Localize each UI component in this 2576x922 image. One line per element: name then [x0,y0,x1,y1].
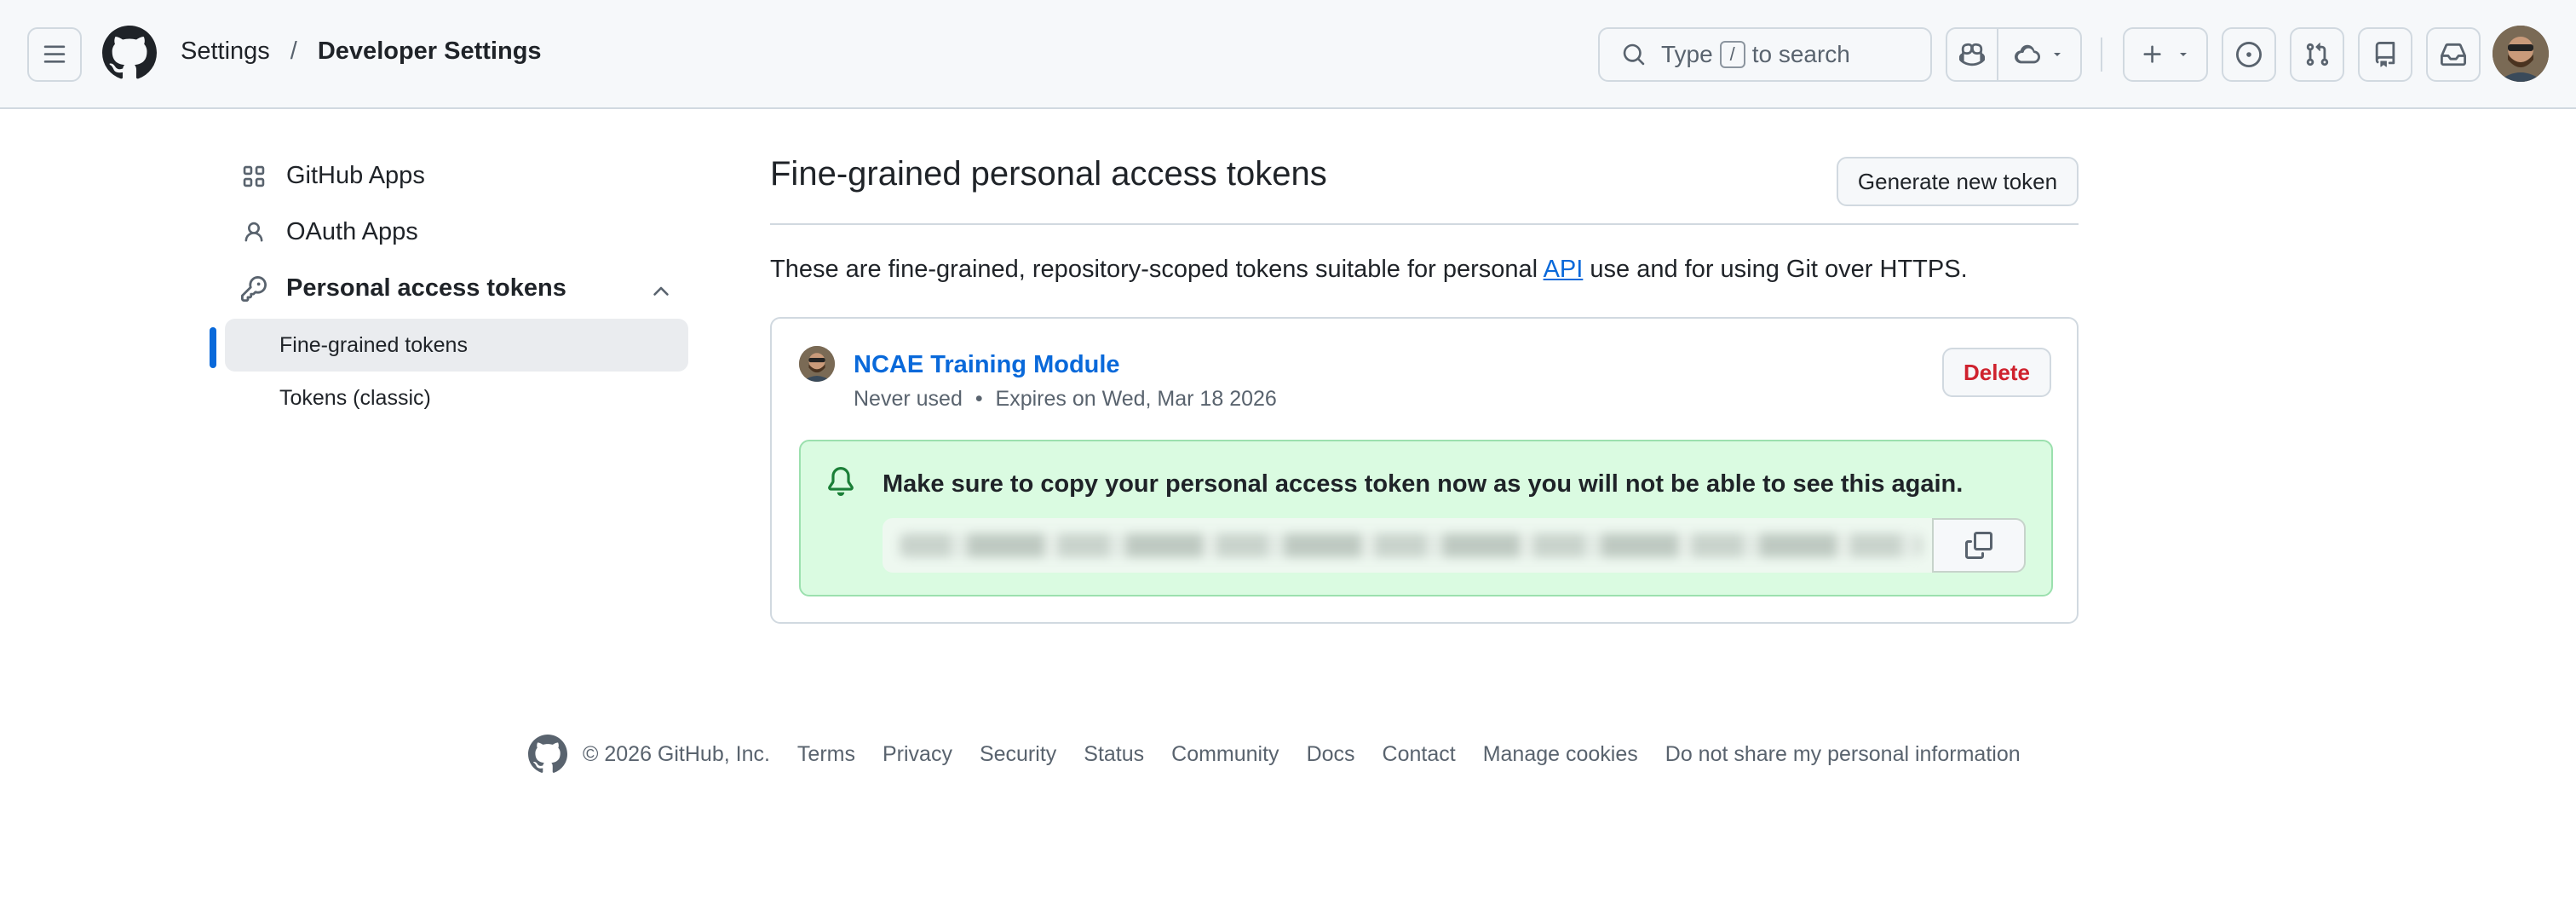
footer-link-docs[interactable]: Docs [1307,742,1355,767]
sidebar-item-github-apps[interactable]: GitHub Apps [240,162,425,190]
site-footer: © 2026 GitHub, Inc. Terms Privacy Securi… [528,733,2021,775]
bell-icon [828,467,854,496]
cloud-icon [2015,44,2040,64]
description-text-before: These are fine-grained, repository-scope… [770,256,1544,283]
footer-link-do-not-share[interactable]: Do not share my personal information [1665,742,2021,767]
description-text-after: use and for using Git over HTTPS. [1583,256,1968,283]
sidebar-item-fine-grained-tokens[interactable]: Fine-grained tokens [225,319,688,372]
breadcrumb-settings-link[interactable]: Settings [181,37,270,66]
chevron-down-icon [2180,53,2187,56]
search-suffix: to search [1751,41,1850,67]
breadcrumb: Settings / Developer Settings [181,37,542,66]
copy-token-button[interactable] [1932,518,2026,573]
delete-token-button[interactable]: Delete [1942,348,2051,397]
token-list-box: NCAE Training Module Never used • Expire… [770,317,2079,624]
page-description: These are fine-grained, repository-scope… [770,256,1968,284]
create-new-button[interactable] [2123,27,2208,82]
copilot-button[interactable] [1947,29,1998,80]
token-value-redacted [900,533,1922,557]
flash-message: Make sure to copy your personal access t… [883,470,1964,498]
token-expiry: Expires on Wed, Mar 18 2026 [995,387,1277,411]
cloud-dropdown-button[interactable] [1998,29,2080,80]
meta-bullet: • [975,387,983,411]
issues-icon [2236,42,2262,67]
token-name-link[interactable]: NCAE Training Module [854,351,1120,379]
token-value-field[interactable] [883,518,1942,573]
sidebar-item-personal-access-tokens[interactable]: Personal access tokens [240,274,675,303]
repo-icon [2375,42,2395,67]
sidebar-item-label: OAuth Apps [286,218,418,245]
footer-link-community[interactable]: Community [1171,742,1279,767]
copilot-group [1946,27,2082,82]
page-title: Fine-grained personal access tokens [770,155,1327,193]
github-logo-icon[interactable] [528,735,567,774]
sidebar-sub-label: Tokens (classic) [279,385,431,410]
sidebar-sub-label: Fine-grained tokens [279,332,468,357]
footer-link-manage-cookies[interactable]: Manage cookies [1483,742,1638,767]
issues-button[interactable] [2222,27,2276,82]
sidebar-item-label: Personal access tokens [286,274,566,302]
token-meta: Never used • Expires on Wed, Mar 18 2026 [854,387,1277,412]
api-link[interactable]: API [1544,256,1584,283]
pull-requests-icon [2306,43,2329,66]
user-avatar[interactable] [2493,26,2549,82]
person-icon [240,219,267,246]
plus-icon [2143,45,2161,63]
generate-new-token-button[interactable]: Generate new token [1837,157,2079,206]
copy-token-flash: Make sure to copy your personal access t… [799,440,2053,596]
hamburger-icon [43,45,66,63]
footer-link-contact[interactable]: Contact [1383,742,1456,767]
breadcrumb-current[interactable]: Developer Settings [318,37,542,66]
footer-link-security[interactable]: Security [980,742,1056,767]
sidebar-item-oauth-apps[interactable]: OAuth Apps [240,218,418,246]
key-icon [240,275,267,303]
chevron-up-icon[interactable] [649,279,673,303]
inbox-icon [2441,43,2466,66]
title-divider [770,223,2079,225]
footer-copyright: © 2026 GitHub, Inc. [583,741,770,766]
top-header: Settings / Developer Settings Type / to … [0,0,2576,109]
token-usage: Never used [854,387,963,411]
header-divider [2101,37,2102,72]
token-owner-avatar [799,346,835,382]
repositories-button[interactable] [2358,27,2412,82]
pull-requests-button[interactable] [2290,27,2344,82]
github-logo-icon[interactable] [102,26,157,80]
chevron-down-icon [2054,53,2061,56]
copy-icon [1965,532,1992,559]
search-input[interactable]: Type / to search [1598,27,1932,82]
footer-link-terms[interactable]: Terms [797,742,855,767]
copilot-icon [1959,43,1985,66]
search-icon [1623,43,1645,66]
active-nav-indicator [210,327,216,368]
avatar-image [2493,26,2549,82]
footer-link-status[interactable]: Status [1084,742,1144,767]
apps-grid-icon [240,163,267,190]
search-prefix: Type [1661,41,1713,67]
search-shortcut-key: / [1719,41,1745,68]
sidebar-item-label: GitHub Apps [286,162,425,189]
inbox-button[interactable] [2426,27,2481,82]
menu-button[interactable] [27,27,82,82]
sidebar-item-tokens-classic[interactable]: Tokens (classic) [225,372,688,424]
breadcrumb-separator: / [290,37,297,65]
footer-link-privacy[interactable]: Privacy [883,742,952,767]
